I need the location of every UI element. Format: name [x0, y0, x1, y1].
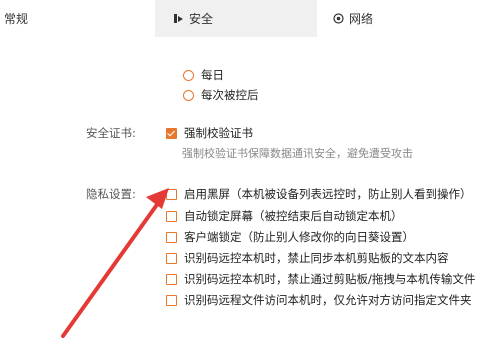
radio-option-after-control[interactable]: 每次被控后 [183, 87, 259, 103]
privacy-checkbox[interactable] [166, 188, 177, 200]
force-verify-label: 强制校验证书 [184, 126, 253, 140]
privacy-option-label: 启用黑屏（本机被设备列表远控时，防止别人看到操作） [184, 187, 472, 201]
privacy-option-client-lock[interactable]: 客户端锁定（防止别人修改你的向日葵设置） [166, 229, 414, 245]
privacy-option-label: 识别码远程文件访问本机时，仅允许对方访问指定文件夹 [184, 293, 472, 307]
privacy-checkbox[interactable] [166, 252, 177, 264]
privacy-option-black-screen[interactable]: 启用黑屏（本机被设备列表远控时，防止别人看到操作） [166, 186, 472, 202]
radio-button[interactable] [183, 69, 194, 81]
tab-security-label: 安全 [189, 12, 214, 26]
security-settings-panel: 每日 每次被控后 安全证书: 强制校验证书 强制校验证书保障数据通讯安全，避免遭… [0, 37, 500, 351]
tab-security[interactable]: 安全 [155, 0, 317, 37]
shield-lock-icon [173, 13, 184, 24]
privacy-option-label: 识别码远控本机时，禁止同步本机剪贴板的文本内容 [184, 251, 449, 265]
privacy-checkbox[interactable] [166, 231, 177, 243]
force-verify-certificate-option[interactable]: 强制校验证书 [166, 125, 253, 141]
privacy-option-no-clipboard-sync[interactable]: 识别码远控本机时，禁止同步本机剪贴板的文本内容 [166, 250, 449, 266]
tab-network-label: 网络 [349, 12, 374, 26]
tab-bar: 常规 安全 网络 [0, 0, 500, 37]
privacy-checkbox[interactable] [166, 273, 177, 285]
tab-general[interactable]: 常规 [0, 0, 155, 37]
privacy-section-label: 隐私设置: [86, 187, 136, 201]
privacy-option-label: 客户端锁定（防止别人修改你的向日葵设置） [184, 230, 414, 244]
privacy-option-no-file-transfer[interactable]: 识别码远控本机时，禁止通过剪贴板/拖拽与本机传输文件 [166, 271, 475, 287]
force-verify-checkbox[interactable] [166, 127, 177, 139]
radio-option-daily[interactable]: 每日 [183, 67, 224, 83]
privacy-checkbox[interactable] [166, 294, 177, 306]
privacy-option-restrict-folder[interactable]: 识别码远程文件访问本机时，仅允许对方访问指定文件夹 [166, 292, 472, 308]
privacy-option-auto-lock[interactable]: 自动锁定屏幕（被控结束后自动锁定本机） [166, 208, 403, 224]
certificate-section-label: 安全证书: [86, 126, 136, 140]
certificate-hint: 强制校验证书保障数据通讯安全，避免遭受攻击 [182, 147, 413, 160]
globe-icon [333, 13, 344, 24]
tab-network[interactable]: 网络 [317, 0, 500, 37]
privacy-option-label: 自动锁定屏幕（被控结束后自动锁定本机） [184, 209, 403, 223]
radio-button[interactable] [183, 89, 194, 101]
radio-label-after-control: 每次被控后 [201, 88, 259, 102]
privacy-option-label: 识别码远控本机时，禁止通过剪贴板/拖拽与本机传输文件 [184, 272, 476, 286]
tab-general-label: 常规 [4, 12, 29, 26]
privacy-checkbox[interactable] [166, 210, 177, 222]
radio-label-daily: 每日 [201, 68, 224, 82]
